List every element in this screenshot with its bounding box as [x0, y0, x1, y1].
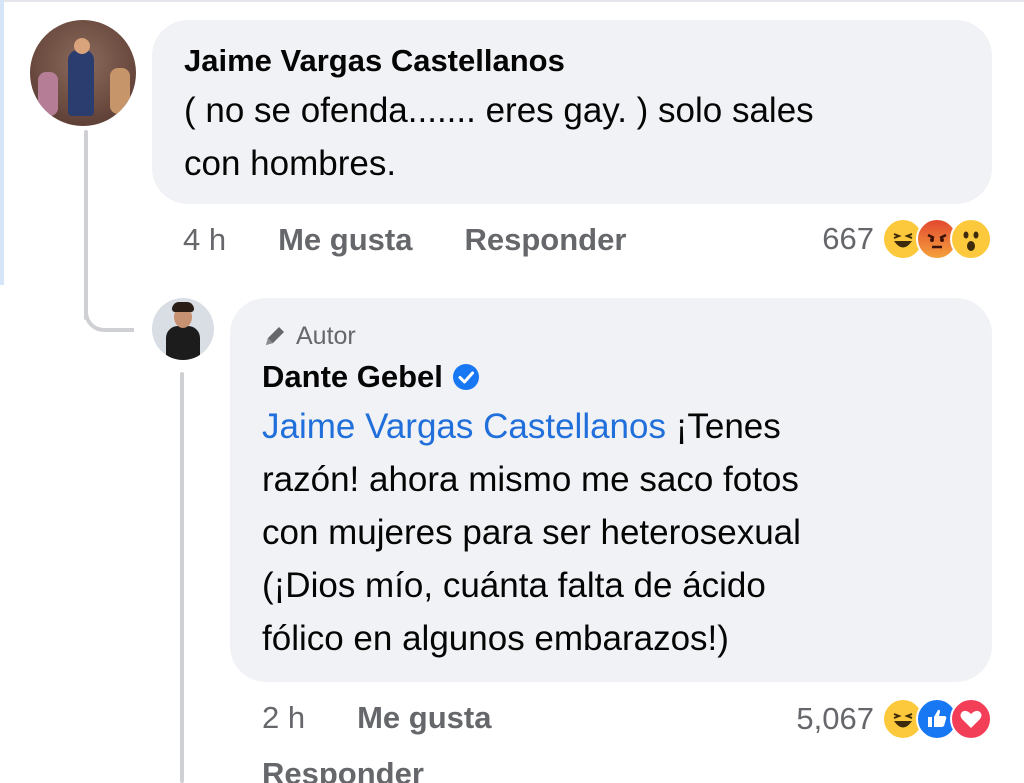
reply-reaction-count: 5,067	[796, 701, 874, 736]
thread-connector	[84, 296, 134, 332]
reply-time[interactable]: 2 h	[262, 700, 305, 736]
reply-reactions[interactable]: 5,067	[796, 698, 992, 740]
top-divider	[0, 0, 1024, 2]
reply-actions: 2 h Me gusta	[262, 700, 543, 736]
reply-author[interactable]: Dante Gebel	[262, 358, 443, 396]
comment-text: ( no se ofenda....... eres gay. ) solo s…	[184, 91, 814, 183]
reply-button[interactable]: Responder	[464, 222, 626, 258]
reply-bubble: Autor Dante Gebel Jaime Vargas Castellan…	[230, 298, 992, 682]
reply-thread-line	[180, 372, 184, 783]
verified-badge-icon	[451, 362, 481, 392]
reply-like-button[interactable]: Me gusta	[357, 700, 491, 736]
pencil-icon	[262, 323, 288, 349]
author-tag: Autor	[262, 320, 960, 352]
comment-author[interactable]: Jaime Vargas Castellanos	[184, 42, 960, 80]
comment-thread: Jaime Vargas Castellanos ( no se ofenda.…	[0, 0, 1024, 783]
love-reaction-icon	[950, 698, 992, 740]
reaction-count: 667	[822, 221, 874, 256]
reply-text: Jaime Vargas Castellanos ¡Tenes razón! a…	[262, 407, 801, 658]
left-edge-strip	[0, 0, 4, 285]
comment-reactions[interactable]: 667	[822, 218, 992, 260]
mention-link[interactable]: Jaime Vargas Castellanos	[262, 407, 666, 446]
comment-bubble: Jaime Vargas Castellanos ( no se ofenda.…	[152, 20, 992, 204]
avatar-jaime[interactable]	[30, 20, 136, 126]
avatar-dante[interactable]	[152, 298, 214, 360]
wow-reaction-icon	[950, 218, 992, 260]
reply-reply-button[interactable]: Responder	[262, 756, 424, 783]
thread-line	[84, 130, 88, 320]
comment-actions: 4 h Me gusta Responder	[183, 222, 678, 258]
like-button[interactable]: Me gusta	[278, 222, 412, 258]
comment-time[interactable]: 4 h	[183, 222, 226, 258]
